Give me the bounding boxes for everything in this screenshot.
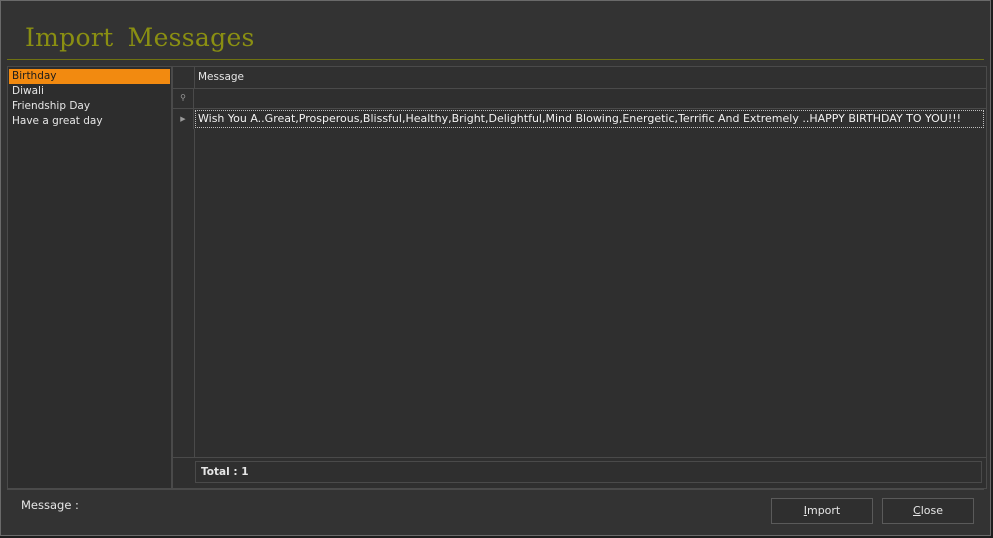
filter-row: ⚲ — [173, 88, 986, 109]
messages-grid: Message ⚲ ▶ Wish You A..Great,Prosperous… — [172, 66, 987, 489]
total-count: Total : 1 — [195, 461, 982, 483]
close-button-mnemonic: C — [913, 504, 921, 517]
grid-footer: Total : 1 — [173, 457, 986, 488]
message-label: Message : — [21, 498, 79, 512]
import-messages-dialog: Import Messages Birthday Diwali Friendsh… — [0, 0, 991, 536]
close-button[interactable]: Close — [882, 498, 974, 524]
footer-divider — [7, 489, 984, 490]
filter-pin-icon: ⚲ — [173, 88, 194, 108]
import-button[interactable]: Import — [771, 498, 873, 524]
row-pointer-icon: ▶ — [173, 109, 194, 129]
close-button-label: lose — [920, 504, 943, 517]
indicator-column-empty — [173, 129, 195, 458]
category-item-diwali[interactable]: Diwali — [9, 84, 170, 99]
grid-header: Message — [173, 67, 986, 89]
table-row[interactable]: ▶ Wish You A..Great,Prosperous,Blissful,… — [173, 109, 986, 129]
dialog-title: Import Messages — [25, 23, 255, 52]
category-item-birthday[interactable]: Birthday — [9, 69, 170, 84]
category-item-friendship-day[interactable]: Friendship Day — [9, 99, 170, 114]
import-button-label: mport — [806, 504, 841, 517]
header-indicator-cell — [173, 67, 195, 88]
title-divider — [7, 59, 984, 60]
column-header-message[interactable]: Message — [198, 71, 244, 83]
category-list: Birthday Diwali Friendship Day Have a gr… — [7, 66, 172, 489]
message-cell[interactable]: Wish You A..Great,Prosperous,Blissful,He… — [195, 110, 984, 128]
message-filter-input[interactable] — [195, 90, 984, 108]
category-item-have-a-great-day[interactable]: Have a great day — [9, 114, 170, 129]
